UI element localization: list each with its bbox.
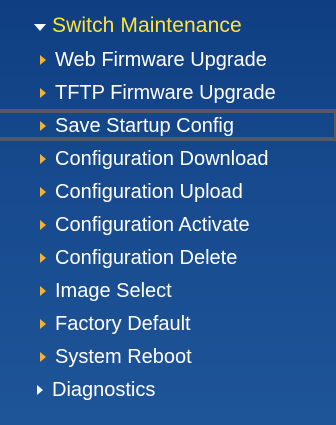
- menu-item-label: Configuration Delete: [55, 246, 238, 269]
- caret-right-icon: [40, 154, 46, 164]
- caret-right-icon: [37, 385, 43, 395]
- menu-item-web-firmware-upgrade[interactable]: Web Firmware Upgrade: [40, 44, 267, 75]
- menu-item-label: Web Firmware Upgrade: [55, 48, 267, 71]
- caret-right-icon: [40, 253, 46, 263]
- menu-item-label: Image Select: [55, 279, 172, 302]
- caret-right-icon: [40, 220, 46, 230]
- menu-item-label: Factory Default: [55, 312, 191, 335]
- menu-item-diagnostics[interactable]: Diagnostics: [37, 374, 155, 405]
- menu-item-label: Save Startup Config: [55, 114, 234, 137]
- switch-maintenance-menu: Switch Maintenance Web Firmware Upgrade …: [0, 0, 336, 425]
- menu-item-system-reboot[interactable]: System Reboot: [40, 341, 192, 372]
- menu-item-configuration-activate[interactable]: Configuration Activate: [40, 209, 250, 240]
- menu-item-label: Diagnostics: [52, 378, 156, 401]
- caret-right-icon: [40, 88, 46, 98]
- caret-right-icon: [40, 319, 46, 329]
- menu-item-save-startup-config[interactable]: Save Startup Config: [40, 110, 234, 141]
- caret-right-icon: [40, 352, 46, 362]
- menu-item-factory-default[interactable]: Factory Default: [40, 308, 191, 339]
- menu-item-configuration-delete[interactable]: Configuration Delete: [40, 242, 237, 273]
- menu-item-label: System Reboot: [55, 345, 192, 368]
- menu-item-configuration-upload[interactable]: Configuration Upload: [40, 176, 243, 207]
- caret-right-icon: [40, 187, 46, 197]
- caret-right-icon: [40, 55, 46, 65]
- menu-item-image-select[interactable]: Image Select: [40, 275, 172, 306]
- menu-item-tftp-firmware-upgrade[interactable]: TFTP Firmware Upgrade: [40, 77, 276, 108]
- caret-right-icon: [40, 286, 46, 296]
- menu-item-label: Configuration Download: [55, 147, 269, 170]
- menu-item-configuration-download[interactable]: Configuration Download: [40, 143, 268, 174]
- switch-maintenance-section-header[interactable]: Switch Maintenance: [34, 12, 242, 40]
- menu-item-label: Configuration Upload: [55, 180, 243, 203]
- menu-item-label: TFTP Firmware Upgrade: [55, 81, 276, 104]
- section-label: Switch Maintenance: [52, 14, 242, 37]
- caret-down-icon: [34, 24, 46, 31]
- caret-right-icon: [40, 121, 46, 131]
- menu-item-label: Configuration Activate: [55, 213, 250, 236]
